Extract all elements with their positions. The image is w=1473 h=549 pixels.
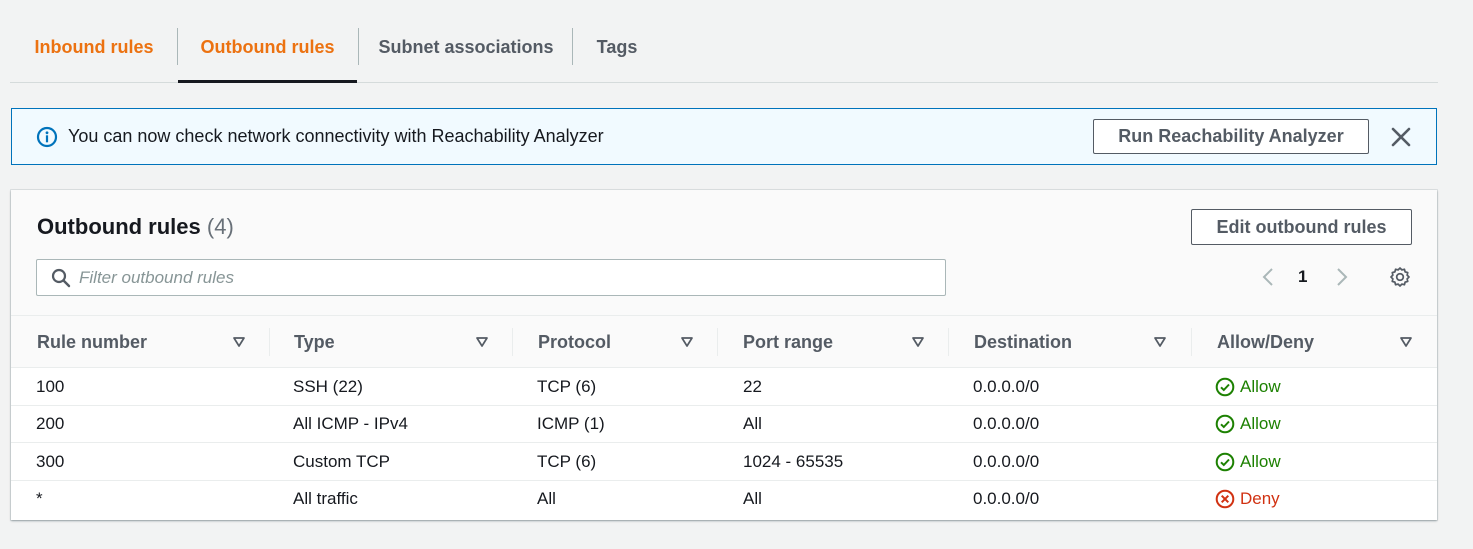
- edit-outbound-rules-button[interactable]: Edit outbound rules: [1191, 209, 1412, 245]
- gear-icon[interactable]: [1389, 266, 1411, 288]
- outbound-rules-panel: Outbound rules (4) Edit outbound rules 1…: [11, 190, 1437, 520]
- cell-protocol: TCP (6): [537, 376, 597, 396]
- filter-box: [36, 259, 946, 296]
- cell-rule-number: *: [36, 489, 43, 508]
- check-circle-icon: [1215, 414, 1235, 434]
- rule-count: (4): [206, 214, 234, 239]
- status-label: Allow: [1240, 414, 1281, 433]
- cell-port-range: 1024 - 65535: [743, 451, 844, 471]
- column-divider: [717, 328, 718, 356]
- cell-allow-deny: Allow: [1215, 406, 1281, 443]
- sort-caret-icon[interactable]: [680, 335, 694, 349]
- column-header-destination[interactable]: Destination: [974, 316, 1072, 368]
- panel-title-text: Outbound rules: [37, 214, 201, 239]
- chevron-left-icon[interactable]: [1259, 266, 1277, 288]
- tab-divider: [572, 28, 573, 65]
- close-icon[interactable]: [1389, 125, 1413, 149]
- cell-type: All ICMP - IPv4: [293, 414, 408, 433]
- page-number[interactable]: 1: [1298, 267, 1307, 287]
- cell-protocol: ICMP (1): [537, 414, 605, 433]
- cell-destination: 0.0.0.0/0: [973, 451, 1040, 471]
- column-header-allow-deny[interactable]: Allow/Deny: [1217, 316, 1314, 368]
- column-divider: [948, 328, 949, 356]
- cell-protocol: All: [537, 489, 556, 508]
- column-header-protocol[interactable]: Protocol: [538, 316, 611, 368]
- column-divider: [1191, 328, 1192, 356]
- sort-caret-icon[interactable]: [1153, 335, 1167, 349]
- cell-rule-number: 300: [36, 451, 65, 471]
- sort-caret-icon[interactable]: [475, 335, 489, 349]
- search-icon: [51, 268, 71, 288]
- check-circle-icon: [1215, 452, 1235, 471]
- tab-inbound-rules[interactable]: Inbound rules: [12, 28, 176, 66]
- cell-type: All traffic: [293, 489, 358, 508]
- cell-type: Custom TCP: [293, 451, 390, 471]
- panel-title: Outbound rules (4): [37, 214, 234, 240]
- cell-port-range: All: [743, 414, 762, 433]
- table-row[interactable]: 100 SSH (22) TCP (6) 22 0.0.0.0/0 Allow: [11, 368, 1437, 406]
- cell-port-range: 22: [743, 376, 762, 396]
- sort-caret-icon[interactable]: [911, 335, 925, 349]
- column-divider: [512, 328, 513, 356]
- cell-destination: 0.0.0.0/0: [973, 489, 1040, 508]
- status-label: Allow: [1240, 376, 1281, 396]
- check-circle-icon: [1215, 377, 1235, 396]
- table-row[interactable]: * All traffic All All 0.0.0.0/0 Deny: [11, 480, 1437, 518]
- table-row[interactable]: 300 Custom TCP TCP (6) 1024 - 65535 0.0.…: [11, 443, 1437, 481]
- cell-protocol: TCP (6): [537, 451, 597, 471]
- cell-allow-deny: Allow: [1215, 368, 1281, 405]
- filter-input[interactable]: [79, 260, 929, 295]
- cell-destination: 0.0.0.0/0: [973, 414, 1040, 433]
- table-row[interactable]: 200 All ICMP - IPv4 ICMP (1) All 0.0.0.0…: [11, 405, 1437, 443]
- status-label: Allow: [1240, 451, 1281, 471]
- tab-subnet-associations[interactable]: Subnet associations: [372, 28, 560, 66]
- tab-divider: [358, 28, 359, 65]
- info-icon: [36, 126, 58, 148]
- tab-tags[interactable]: Tags: [586, 28, 648, 66]
- x-circle-icon: [1215, 489, 1235, 509]
- column-header-rule-number[interactable]: Rule number: [37, 316, 147, 368]
- status-label: Deny: [1240, 489, 1280, 508]
- cell-port-range: All: [743, 489, 762, 508]
- cell-destination: 0.0.0.0/0: [973, 376, 1040, 396]
- chevron-right-icon[interactable]: [1333, 266, 1351, 288]
- cell-allow-deny: Deny: [1215, 481, 1280, 518]
- panel-header: Outbound rules (4) Edit outbound rules 1: [11, 190, 1437, 316]
- cell-rule-number: 100: [36, 376, 65, 396]
- column-header-port-range[interactable]: Port range: [743, 316, 833, 368]
- tab-outbound-rules[interactable]: Outbound rules: [178, 28, 357, 83]
- sort-caret-icon[interactable]: [232, 335, 246, 349]
- cell-type: SSH (22): [293, 376, 363, 396]
- sort-caret-icon[interactable]: [1399, 335, 1413, 349]
- tab-bar: Inbound rules Outbound rules Subnet asso…: [10, 10, 1438, 83]
- column-header-type[interactable]: Type: [294, 316, 335, 368]
- column-divider: [269, 328, 270, 356]
- banner-message: You can now check network connectivity w…: [68, 126, 604, 146]
- cell-rule-number: 200: [36, 414, 65, 433]
- run-reachability-analyzer-button[interactable]: Run Reachability Analyzer: [1093, 119, 1369, 154]
- table-header: Rule number Type Protocol Port range Des…: [11, 316, 1437, 368]
- cell-allow-deny: Allow: [1215, 443, 1281, 480]
- info-banner: You can now check network connectivity w…: [11, 108, 1437, 165]
